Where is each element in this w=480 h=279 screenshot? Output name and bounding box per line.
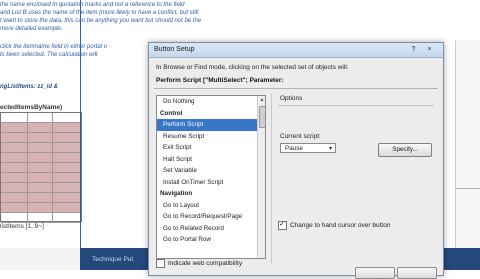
bg-text-line: ngListItems: zz_id & [0,84,59,90]
script-step-item[interactable]: Go to Related Record [157,223,265,235]
dialog-hint: In Browse or Find mode, clicking on the … [156,64,349,71]
script-step-item[interactable]: Set Variable [157,165,265,177]
bg-text-line: ts been selected. The calculation will [0,52,98,58]
divider [154,88,438,89]
script-step-item[interactable]: Go to Layout [157,200,265,212]
bg-text-line: and List B uses the name of the item (mo… [0,10,199,16]
bg-text-line: t want to store the data, this can be an… [0,18,202,24]
dialog-title: Button Setup [154,46,195,53]
script-step-item[interactable]: Perform Script [157,119,265,131]
script-step-item[interactable]: Install OnTimer Script [157,177,265,189]
dialog-buttons [355,267,437,279]
options-title: Options [280,95,303,102]
hand-cursor-checkbox[interactable] [278,220,287,230]
scroll-up-icon[interactable]: ▲ [258,96,265,104]
current-script-label: Current script: [280,133,321,140]
bg-table-header: ectedItemsByName) [0,104,63,111]
hand-cursor-option[interactable]: Change to hand cursor over button [278,220,391,230]
current-script-select[interactable]: Pause ▾ [280,143,336,153]
layout-guide-line [80,0,81,250]
button-setup-dialog: Button Setup ? × In Browse or Find mode,… [148,42,444,279]
close-icon[interactable]: × [423,45,436,54]
hand-cursor-label: Change to hand cursor over button [290,222,391,230]
bg-portal-table [0,112,82,223]
right-panel [455,40,480,250]
web-compat-option[interactable]: Indicate web compatibility [156,259,242,268]
cancel-button[interactable] [397,267,437,279]
current-script-value: Pause [285,145,303,152]
script-step-item[interactable]: Exit Script [157,142,265,154]
ok-button[interactable] [355,267,395,279]
script-step-item[interactable]: Do Nothing [157,96,265,108]
scrollbar[interactable]: ▲ [257,96,265,258]
script-step-item[interactable]: Halt Script [157,154,265,166]
script-step-item[interactable]: Go to Record/Request/Page [157,211,265,223]
bg-text-line: click the itemname field in either porta… [0,44,108,50]
dialog-titlebar[interactable]: Button Setup ? × [149,43,443,58]
chevron-down-icon: ▾ [328,146,332,152]
bg-text-line: more detailed example. [0,26,63,32]
script-step-item[interactable]: Go to Portal Row [157,234,265,246]
step-category[interactable]: Control [157,108,265,120]
help-icon[interactable]: ? [407,45,420,54]
options-panel: Options Current script: Pause ▾ Specify.… [271,93,438,265]
bg-text-line: the name enclosed in quotation marks and… [0,2,185,8]
web-compat-label: Indicate web compatibility [168,260,243,268]
status-text: Technique Put [92,256,134,263]
bg-table-footer: listItems [1..9~] [0,223,44,230]
script-step-item[interactable]: Resume Script [157,131,265,143]
scroll-thumb[interactable] [259,106,265,128]
perform-script-summary: Perform Script ["MultiSelect"; Parameter… [156,77,284,84]
web-compat-checkbox[interactable] [156,259,165,268]
divider [278,105,434,106]
step-category[interactable]: Navigation [157,188,265,200]
script-step-list[interactable]: Do Nothing Control Perform Script Resume Sc… [156,95,266,259]
specify-button[interactable]: Specify... [378,143,432,157]
